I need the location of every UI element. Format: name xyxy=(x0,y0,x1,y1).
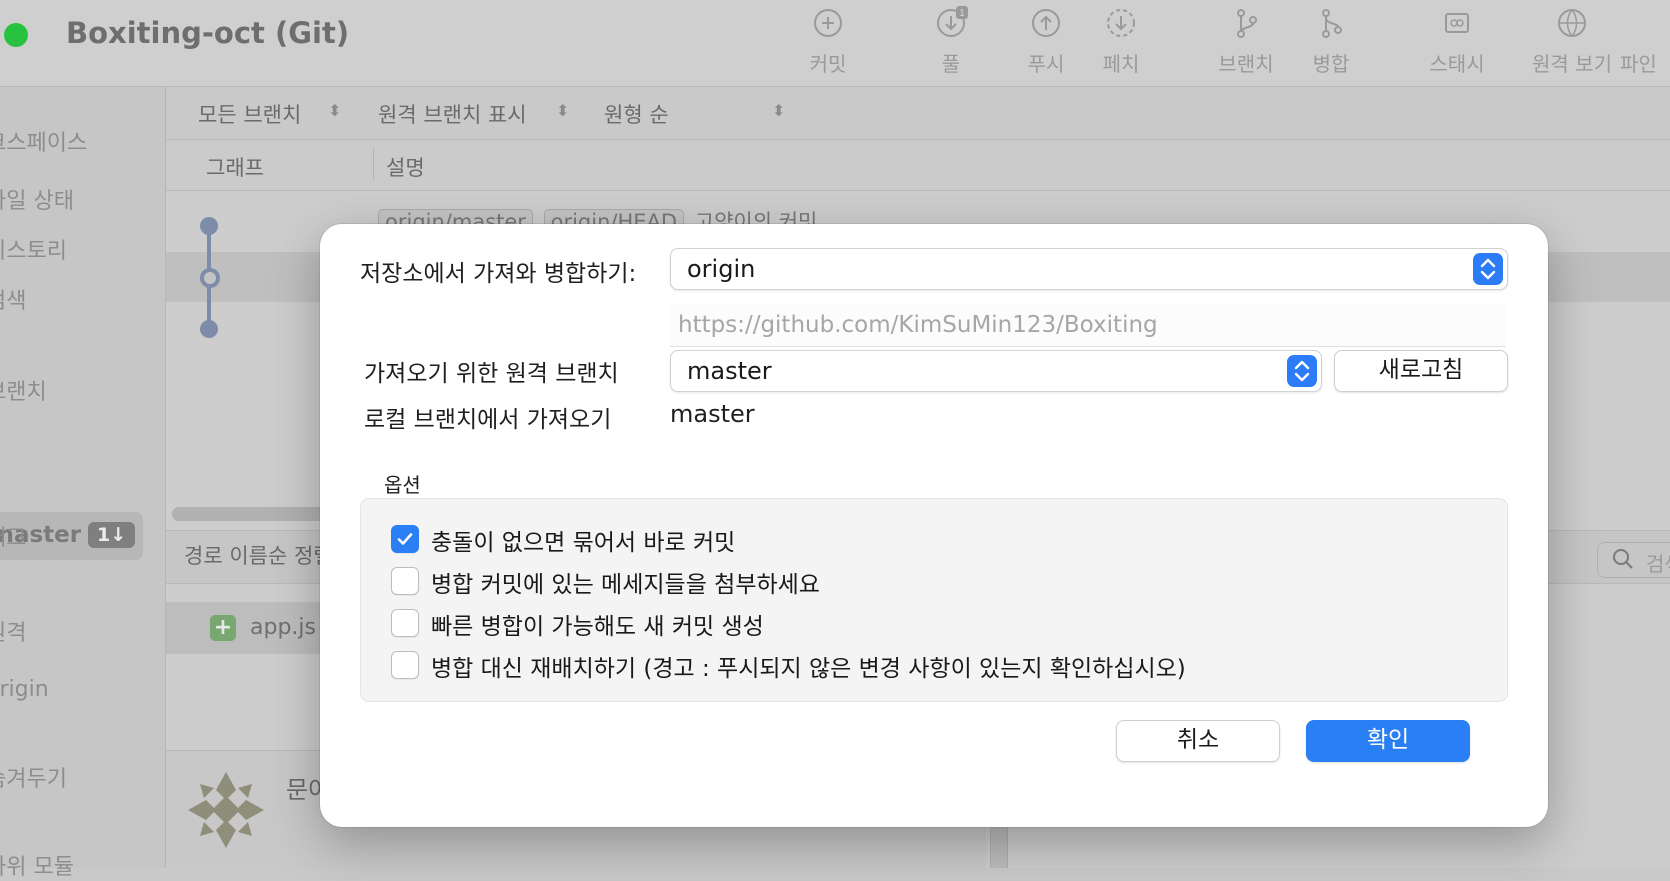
repo-select[interactable]: origin xyxy=(670,248,1508,290)
options-title: 옵션 xyxy=(384,473,421,497)
options-group: 충돌이 없으면 묶어서 바로 커밋 병합 커밋에 있는 메세지들을 첨부하세요 … xyxy=(360,498,1508,702)
toolbar-remote-label: 원격 보기 xyxy=(1532,52,1612,76)
order-filter-select[interactable]: 원형 순 ⬍ xyxy=(604,99,785,129)
sidebar-item-workspace[interactable]: 크스페이스 xyxy=(0,125,87,157)
option-label: 충돌이 없으면 묶어서 바로 커밋 xyxy=(431,530,736,556)
remote-filter-select[interactable]: 원격 브랜치 표시 ⬍ xyxy=(378,99,569,129)
cancel-button[interactable]: 취소 xyxy=(1116,720,1280,762)
finder-icon xyxy=(1620,6,1654,40)
pull-dialog: 저장소에서 가져와 병합하기: origin https://github.co… xyxy=(320,224,1548,827)
option-label: 병합 대신 재배치하기 (경고 : 푸시되지 않은 변경 사항이 있는지 확인하… xyxy=(431,656,1186,682)
toolbar-stash-button[interactable]: 스태시 xyxy=(1412,6,1502,77)
refresh-button[interactable]: 새로고침 xyxy=(1334,350,1508,392)
sidebar-item-history[interactable]: 히스토리 xyxy=(0,233,67,265)
chevron-updown-icon: ⬍ xyxy=(328,101,342,120)
graph-node xyxy=(200,217,218,235)
toolbar-branch-button[interactable]: 브랜치 xyxy=(1201,6,1291,77)
file-name: app.js xyxy=(250,615,316,640)
repo-url-field: https://github.com/KimSuMin123/Boxiting xyxy=(670,304,1506,347)
local-branch-value: master xyxy=(670,400,755,428)
column-divider[interactable] xyxy=(373,148,374,180)
branch-icon xyxy=(1229,6,1263,40)
toolbar-fetch-label: 페치 xyxy=(1102,52,1140,76)
search-icon xyxy=(1613,549,1633,569)
branch-filter-label: 모든 브랜치 xyxy=(198,103,302,127)
sidebar-item-search[interactable]: 검색 xyxy=(0,283,26,315)
toolbar-merge-button[interactable]: 병합 xyxy=(1286,6,1376,77)
merge-icon xyxy=(1314,6,1348,40)
chevron-updown-icon xyxy=(1287,355,1317,387)
toolbar-branch-label: 브랜치 xyxy=(1218,52,1274,76)
toolbar-finder-button[interactable]: 파인 xyxy=(1620,6,1670,77)
toolbar-push-label: 푸시 xyxy=(1027,52,1065,76)
toolbar-fetch-button[interactable]: 페치 xyxy=(1076,6,1166,77)
sort-select[interactable]: 경로 이름순 정렬 xyxy=(184,540,333,570)
repo-label: 저장소에서 가져와 병합하기: xyxy=(360,261,637,287)
toolbar-commit-label: 커밋 xyxy=(809,52,847,76)
sidebar-section-tags[interactable]: 태그 xyxy=(0,520,26,552)
toolbar-remote-button[interactable]: 원격 보기 xyxy=(1527,6,1617,77)
repo-url-text: https://github.com/KimSuMin123/Boxiting xyxy=(678,312,1158,338)
sidebar-section-remotes[interactable]: 원격 xyxy=(0,615,26,647)
sidebar-section-branches[interactable]: 브랜치 xyxy=(0,374,47,406)
repo-select-value: origin xyxy=(687,255,756,283)
toolbar-pull-label: 풀 xyxy=(941,52,961,76)
checkmark-icon xyxy=(397,533,413,545)
checkbox[interactable] xyxy=(391,651,419,679)
stash-icon xyxy=(1440,6,1474,40)
chevron-updown-icon: ⬍ xyxy=(556,101,570,120)
behind-count-badge: 1↓ xyxy=(88,522,136,548)
avatar xyxy=(188,772,264,848)
toolbar-commit-button[interactable]: 커밋 xyxy=(783,6,873,77)
toolbar-merge-label: 병합 xyxy=(1312,52,1350,76)
fetch-icon xyxy=(1104,6,1138,40)
sidebar-section-stashes[interactable]: 숨겨두기 xyxy=(0,761,67,793)
graph-node-current xyxy=(200,268,220,288)
toolbar-pull-button[interactable]: 1 풀 xyxy=(906,6,996,77)
window-zoom-button[interactable] xyxy=(4,23,28,47)
sidebar-section-submodules[interactable]: 하위 모듈 xyxy=(0,849,74,881)
toolbar-finder-label: 파인 xyxy=(1620,52,1657,76)
file-added-icon: + xyxy=(210,615,236,641)
pull-icon: 1 xyxy=(934,6,968,40)
column-graph[interactable]: 그래프 xyxy=(206,152,264,182)
remote-filter-label: 원격 브랜치 표시 xyxy=(378,103,527,127)
branch-filter-select[interactable]: 모든 브랜치 ⬍ xyxy=(198,99,341,129)
chevron-updown-icon xyxy=(1473,253,1503,285)
remote-branch-value: master xyxy=(687,357,772,385)
checkbox[interactable] xyxy=(391,567,419,595)
ok-button[interactable]: 확인 xyxy=(1306,720,1470,762)
option-label: 빠른 병합이 가능해도 새 커밋 생성 xyxy=(431,614,764,640)
horizontal-scrollbar[interactable] xyxy=(172,507,332,521)
plus-circle-icon xyxy=(811,6,845,40)
sidebar: 크스페이스 파일 상태 히스토리 검색 브랜치 master 1↓ 태그 원격 … xyxy=(0,87,166,880)
column-description[interactable]: 설명 xyxy=(386,152,425,182)
checkbox-checked[interactable] xyxy=(391,525,419,553)
option-label: 병합 커밋에 있는 메세지들을 첨부하세요 xyxy=(431,572,820,598)
sidebar-item-file-status[interactable]: 파일 상태 xyxy=(0,183,74,215)
graph-node xyxy=(200,320,218,338)
checkbox[interactable] xyxy=(391,609,419,637)
globe-icon xyxy=(1555,6,1589,40)
search-placeholder: 검색 xyxy=(1646,552,1670,576)
remote-branch-select[interactable]: master xyxy=(670,350,1322,392)
push-icon xyxy=(1029,6,1063,40)
svg-text:1: 1 xyxy=(959,8,965,19)
history-column-header: 그래프 설명 xyxy=(166,140,1670,191)
toolbar-stash-label: 스태시 xyxy=(1429,52,1485,76)
titlebar: Boxiting-oct (Git) 커밋 1 풀 푸시 페치 브랜치 병합 스… xyxy=(0,0,1670,87)
search-input[interactable]: 검색 xyxy=(1597,542,1670,578)
local-branch-label: 로컬 브랜치에서 가져오기 xyxy=(364,407,612,433)
history-filter-bar: 모든 브랜치 ⬍ 원격 브랜치 표시 ⬍ 원형 순 ⬍ xyxy=(166,87,1670,140)
order-filter-label: 원형 순 xyxy=(604,103,669,127)
remote-branch-label: 가져오기 위한 원격 브랜치 xyxy=(364,361,619,387)
window-title: Boxiting-oct (Git) xyxy=(66,16,350,50)
sidebar-item-origin[interactable]: origin xyxy=(0,677,49,702)
chevron-updown-icon: ⬍ xyxy=(772,101,786,120)
